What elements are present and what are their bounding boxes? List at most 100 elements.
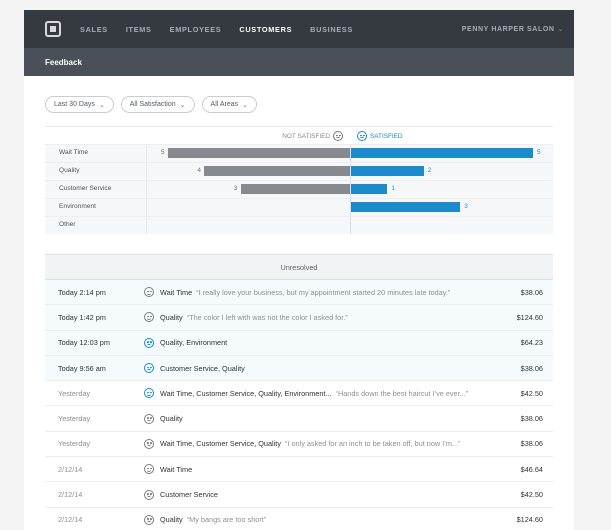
chart-bar-satisfied[interactable] [351,202,461,212]
frown-face-icon [144,312,154,323]
satisfaction-chart: NOT SATISFIED SATISFIED Wait Time 5 5 Quali… [45,126,553,234]
nav-items[interactable]: ITEMS [126,25,152,34]
frown-face-icon [144,413,154,424]
chart-row [45,216,553,234]
filter-label: All Satisfaction [129,101,176,108]
chart-value-label: 3 [233,185,238,192]
feedback-row[interactable]: Today 12:03 pm Quality, Environment $64.23 [45,330,553,356]
feedback-categories: Customer Service, Quality [160,363,245,373]
nav-business[interactable]: BUSINESS [310,25,353,34]
filter-satisfaction[interactable]: All Satisfaction ⌄ [120,96,195,113]
page-title: Feedback [45,57,82,67]
feedback-amount: $124.60 [516,312,543,322]
feedback-amount: $46.64 [520,464,543,474]
feedback-amount: $38.06 [520,439,543,449]
feedback-date: Today 2:14 pm [58,287,106,297]
feedback-amount: $124.60 [516,515,543,525]
filter-bar: Last 30 Days ⌄ All Satisfaction ⌄ All Ar… [24,76,574,113]
chart-bar-not-satisfied[interactable] [168,148,350,158]
nav-customers[interactable]: CUSTOMERS [239,25,292,34]
chevron-down-icon: ⌄ [179,101,186,109]
square-logo-icon[interactable] [45,21,61,37]
frown-face-icon [333,131,343,141]
feedback-categories: Wait Time [160,287,193,297]
chart-value-label: 4 [197,167,201,174]
feedback-categories: Wait Time, Customer Service, Quality, En… [160,388,332,398]
chart-category-label: Customer Service [59,185,112,192]
filter-label: Last 30 Days [54,101,95,108]
feedback-row[interactable]: Yesterday Wait Time, Customer Service, Qu… [45,381,553,407]
feedback-row[interactable]: Today 2:14 pm Wait Time “I really love you… [45,280,553,306]
filter-areas[interactable]: All Areas ⌄ [201,96,258,113]
unresolved-label: Unresolved [280,262,318,272]
feedback-amount: $64.23 [520,338,543,348]
feedback-row[interactable]: Yesterday Quality $38.06 [45,406,553,432]
account-name: PENNY HARPER SALON [461,25,555,33]
account-menu[interactable]: PENNY HARPER SALON ⌄ [461,25,564,34]
feedback-quote: “I really love your business, but my app… [196,287,451,297]
chart-plot-area: Wait Time 5 5 Quality 4 2 Customer Service 3 1 En… [45,144,553,234]
unresolved-header[interactable]: Unresolved [45,254,553,280]
chart-bar-satisfied[interactable] [351,166,424,176]
chart-legend: NOT SATISFIED SATISFIED [45,127,553,144]
chevron-down-icon: ⌄ [242,101,249,109]
chart-bar-not-satisfied[interactable] [204,166,350,176]
legend-not-satisfied: NOT SATISFIED [282,131,343,141]
feedback-row[interactable]: Today 9:56 am Customer Service, Quality $3… [45,355,553,382]
chart-bar-satisfied[interactable] [351,148,533,158]
frown-face-icon [144,287,154,298]
chevron-down-icon: ⌄ [557,26,564,33]
feedback-date: Today 1:42 pm [58,312,106,322]
feedback-quote: “My bangs are too short” [186,515,267,525]
feedback-date: Today 12:03 pm [58,338,110,348]
top-navigation: SALES ITEMS EMPLOYEES CUSTOMERS BUSINESS… [24,10,574,48]
feedback-categories: Wait Time [160,464,193,474]
filter-label: All Areas [210,101,239,108]
feedback-date: 2/12/14 [58,464,83,474]
feedback-categories: Quality [160,414,183,424]
nav-sales[interactable]: SALES [80,25,108,34]
feedback-row[interactable]: 2/12/14 Wait Time $46.64 [45,457,553,483]
chart-category-label: Wait Time [59,149,89,156]
feedback-row[interactable]: Yesterday Wait Time, Customer Service, Qu… [45,432,553,458]
chart-value-label: 3 [464,203,468,210]
feedback-quote: “The color I left with was not the color… [186,312,348,322]
chart-category-label: Environment [59,203,97,210]
smile-face-icon [357,131,367,141]
frown-face-icon [144,514,154,525]
app-window: SALES ITEMS EMPLOYEES CUSTOMERS BUSINESS… [24,10,574,530]
chart-value-label: 5 [161,149,165,156]
feedback-amount: $38.06 [520,363,543,373]
filter-date-range[interactable]: Last 30 Days ⌄ [45,96,114,113]
chart-category-label: Other [59,221,76,228]
smile-face-icon [144,388,154,399]
feedback-categories: Wait Time, Customer Service, Quality [160,439,281,449]
page-header: Feedback [24,48,574,76]
feedback-row[interactable]: 2/12/14 Customer Service $42.50 [45,482,553,508]
frown-face-icon [144,438,154,449]
feedback-categories: Quality [160,312,183,322]
chart-value-label: 2 [427,167,432,174]
feedback-row[interactable]: 2/12/14 Quality “My bangs are too short” $1… [45,508,553,530]
chart-row [45,198,553,216]
chevron-down-icon: ⌄ [98,101,105,109]
legend-label: SATISFIED [370,132,403,140]
feedback-date: Yesterday [58,388,91,398]
feedback-date: Yesterday [58,414,91,424]
feedback-quote: “Hands down the best haircut I’ve ever..… [335,388,469,398]
chart-bar-not-satisfied[interactable] [240,184,350,194]
feedback-amount: $38.06 [520,414,543,424]
smile-face-icon [144,363,154,374]
chart-value-label: 5 [537,149,541,156]
feedback-categories: Quality [160,515,183,525]
feedback-row[interactable]: Today 1:42 pm Quality “The color I left wi… [45,305,553,331]
smile-face-icon [144,337,154,348]
nav-employees[interactable]: EMPLOYEES [170,25,222,34]
feedback-amount: $42.50 [520,490,543,500]
chart-bar-satisfied[interactable] [351,184,388,194]
legend-satisfied: SATISFIED [357,131,403,141]
chart-value-label: 1 [391,185,395,192]
feedback-amount: $42.50 [520,388,543,398]
feedback-date: Today 9:56 am [58,363,106,373]
feedback-date: 2/12/14 [58,515,83,525]
